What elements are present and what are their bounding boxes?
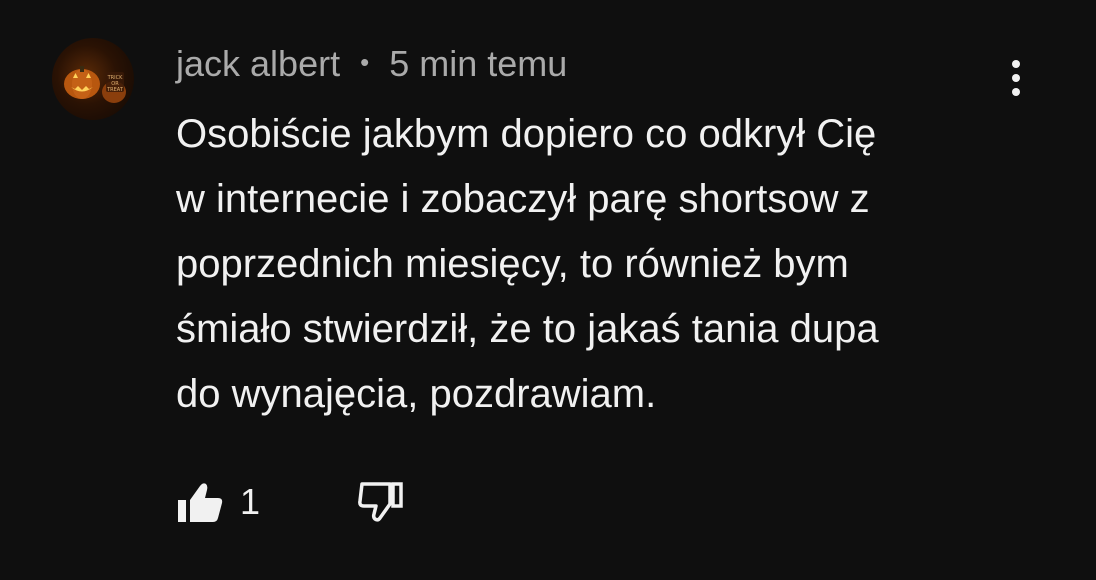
comment-timestamp[interactable]: 5 min temu — [389, 43, 567, 85]
comment-header: jack albert • 5 min temu — [176, 42, 567, 86]
comment-text-line: poprzednich miesięcy, to również bym — [176, 242, 849, 286]
comment-text-line: do wynajęcia, pozdrawiam. — [176, 372, 657, 416]
comment-text-line: śmiało stwierdził, że to jakaś tania dup… — [176, 307, 879, 351]
comment-menu-button[interactable] — [998, 56, 1038, 100]
comment-text: Osobiście jakbym dopiero co odkrył Cię w… — [176, 102, 1016, 427]
pumpkin-avatar-icon: TRICK OR TREAT — [64, 66, 126, 103]
author-avatar[interactable]: TRICK OR TREAT — [52, 38, 134, 120]
svg-text:TREAT: TREAT — [106, 87, 124, 93]
comment-text-line: w internecie i zobaczył parę shortsow z — [176, 177, 870, 221]
like-button[interactable]: 1 — [176, 480, 260, 524]
comment-text-line: Osobiście jakbym dopiero co odkrył Cię — [176, 112, 877, 156]
dislike-button[interactable] — [356, 480, 406, 524]
comment-actions: 1 — [176, 474, 406, 530]
meta-separator: • — [360, 46, 370, 77]
author-name[interactable]: jack albert — [176, 43, 340, 85]
thumbs-up-filled-icon — [178, 483, 223, 522]
like-count: 1 — [240, 481, 261, 522]
comment-item: TRICK OR TREAT jack albert • 5 min temu … — [0, 0, 1096, 580]
thumbs-down-outline-icon — [358, 482, 403, 522]
